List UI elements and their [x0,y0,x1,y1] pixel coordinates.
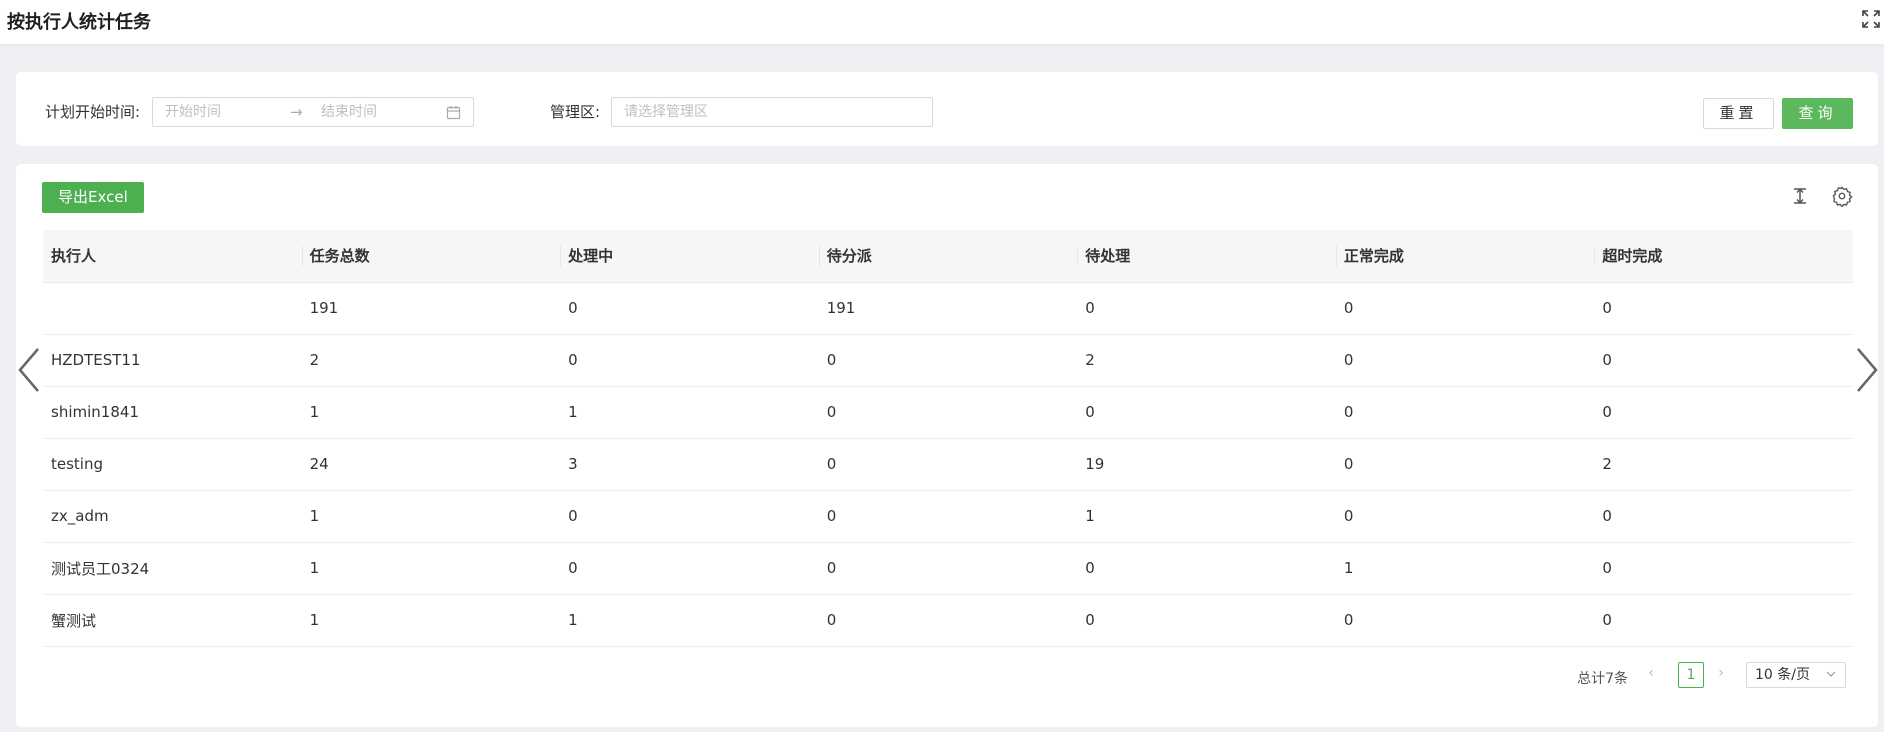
col-header-overdue-done: 超时完成 [1594,230,1853,283]
page-title: 按执行人统计任务 [7,12,151,33]
cell-normal-done: 0 [1335,438,1595,491]
cell-pending-assign: 0 [818,386,1078,439]
date-range-label: 计划开始时间: [45,103,141,121]
cell-overdue-done: 0 [1594,282,1853,335]
row-density-icon[interactable] [1789,185,1811,207]
table-row: 191 0 191 0 0 0 [43,282,1853,335]
filter-panel: 计划开始时间: → 管理区: 重置 查询 [16,72,1878,146]
cell-processing: 1 [560,594,819,647]
cell-pending-assign: 0 [818,594,1078,647]
cell-pending-assign: 191 [818,282,1078,335]
cell-normal-done: 0 [1335,386,1595,439]
cell-executor: testing [43,438,302,491]
chevron-left-icon[interactable]: ‹ [1642,665,1660,685]
cell-processing: 0 [560,334,819,387]
table-row: 测试员工0324 1 0 0 0 1 0 [43,542,1853,595]
cell-executor: shimin1841 [43,386,302,439]
carousel-prev-icon[interactable] [14,345,44,395]
end-date-input[interactable] [321,98,441,126]
cell-pending: 2 [1077,334,1336,387]
carousel-next-icon[interactable] [1852,345,1882,395]
cell-processing: 3 [560,438,819,491]
cell-total: 1 [301,594,561,647]
date-range-picker[interactable]: → [152,97,474,127]
area-label: 管理区: [550,103,601,121]
cell-overdue-done: 0 [1594,542,1853,595]
col-header-normal-done: 正常完成 [1335,230,1595,283]
query-button[interactable]: 查询 [1782,98,1853,129]
cell-pending-assign: 0 [818,542,1078,595]
cell-executor: HZDTEST11 [43,334,302,387]
cell-total: 191 [301,282,561,335]
cell-pending: 0 [1077,386,1336,439]
col-header-executor: 执行人 [43,230,302,283]
cell-normal-done: 0 [1335,334,1595,387]
cell-processing: 0 [560,490,819,543]
page-number-button[interactable]: 1 [1678,662,1704,688]
col-header-pending-assign: 待分派 [818,230,1078,283]
area-select-input[interactable] [611,97,933,127]
cell-normal-done: 1 [1335,542,1595,595]
cell-executor [43,282,302,335]
cell-total: 1 [301,386,561,439]
cell-total: 2 [301,334,561,387]
cell-normal-done: 0 [1335,490,1595,543]
cell-pending: 19 [1077,438,1336,491]
stats-table: 执行人 任务总数 处理中 待分派 待处理 正常完成 超时完成 191 0 191… [43,230,1853,647]
cell-executor: zx_adm [43,490,302,543]
cell-pending-assign: 0 [818,334,1078,387]
table-row: testing 24 3 0 19 0 2 [43,438,1853,491]
cell-overdue-done: 0 [1594,334,1853,387]
cell-executor: 测试员工0324 [43,542,302,595]
calendar-icon [446,106,461,120]
cell-executor: 蟹测试 [43,594,302,647]
table-row: zx_adm 1 0 0 1 0 0 [43,490,1853,543]
pagination: 总计7条 ‹ 1 › 10 条/页 [1546,662,1846,690]
cell-pending: 0 [1077,594,1336,647]
cell-overdue-done: 0 [1594,594,1853,647]
top-bar: 按执行人统计任务 [0,0,1884,44]
export-excel-button[interactable]: 导出Excel [42,182,144,213]
pagination-total: 总计7条 [1577,671,1628,687]
cell-processing: 0 [560,542,819,595]
page-size-value: 10 条/页 [1755,667,1810,683]
table-header-row: 执行人 任务总数 处理中 待分派 待处理 正常完成 超时完成 [43,230,1853,283]
table-row: 蟹测试 1 1 0 0 0 0 [43,594,1853,647]
table-panel: 导出Excel 执行人 任务总数 处理中 待分派 待处理 正常完成 超时完成 1… [16,164,1878,727]
cell-pending: 1 [1077,490,1336,543]
cell-processing: 0 [560,282,819,335]
cell-overdue-done: 0 [1594,490,1853,543]
cell-overdue-done: 0 [1594,386,1853,439]
cell-pending-assign: 0 [818,438,1078,491]
settings-gear-icon[interactable] [1831,185,1853,208]
chevron-right-icon[interactable]: › [1712,665,1730,685]
cell-total: 24 [301,438,561,491]
page-size-select[interactable]: 10 条/页 [1746,662,1846,688]
table-row: shimin1841 1 1 0 0 0 0 [43,386,1853,439]
arrow-right-icon: → [290,103,303,121]
col-header-processing: 处理中 [560,230,819,283]
cell-overdue-done: 2 [1594,438,1853,491]
col-header-total: 任务总数 [301,230,561,283]
cell-total: 1 [301,490,561,543]
cell-normal-done: 0 [1335,282,1595,335]
col-header-pending: 待处理 [1077,230,1336,283]
cell-normal-done: 0 [1335,594,1595,647]
fullscreen-icon[interactable] [1860,8,1882,30]
chevron-down-icon [1826,671,1836,677]
cell-pending-assign: 0 [818,490,1078,543]
cell-pending: 0 [1077,542,1336,595]
cell-pending: 0 [1077,282,1336,335]
table-row: HZDTEST11 2 0 0 2 0 0 [43,334,1853,387]
cell-total: 1 [301,542,561,595]
start-date-input[interactable] [165,98,285,126]
reset-button[interactable]: 重置 [1703,98,1774,129]
cell-processing: 1 [560,386,819,439]
